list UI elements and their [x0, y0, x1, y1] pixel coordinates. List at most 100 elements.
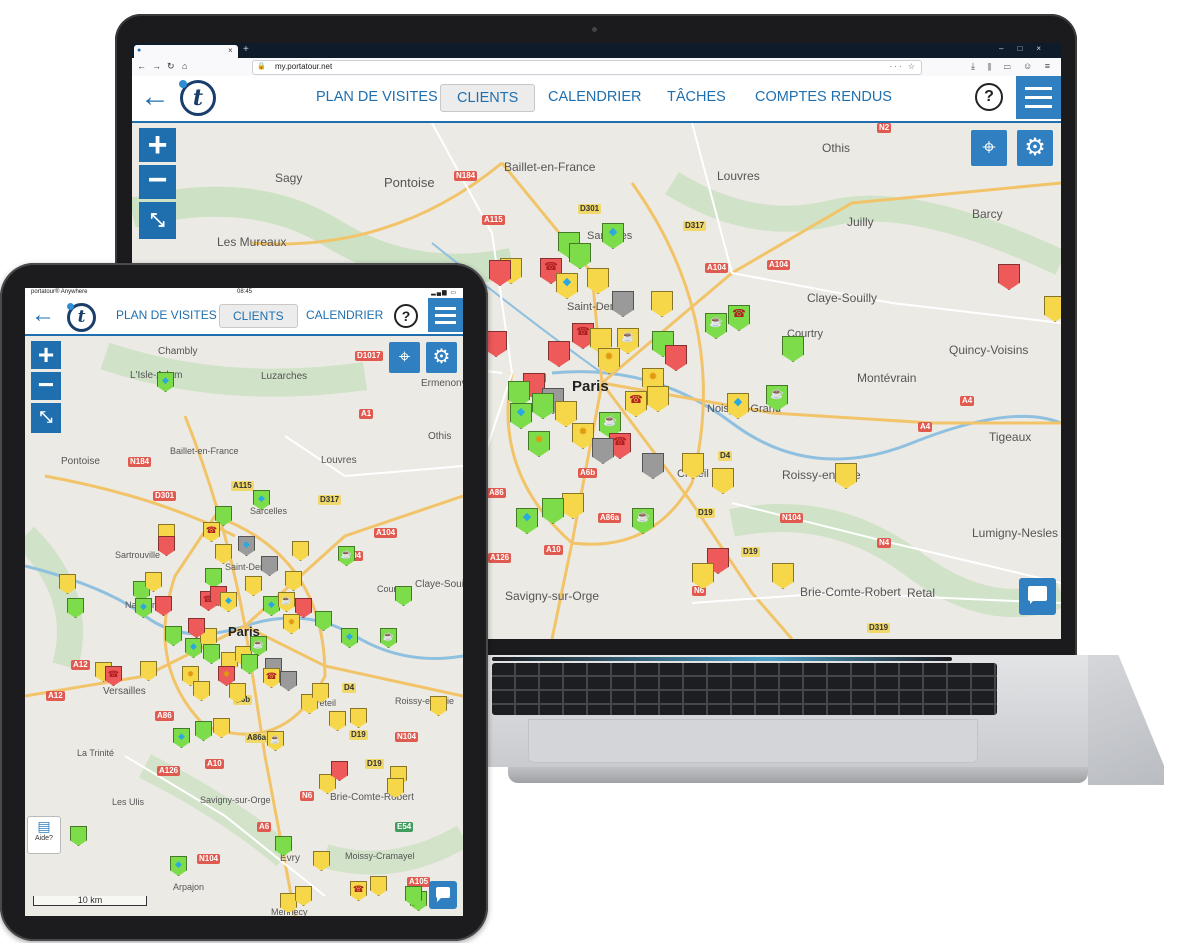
window-controls[interactable]: –□×: [999, 44, 1055, 53]
portatour-logo[interactable]: t: [67, 303, 96, 332]
locate-button[interactable]: ⌖: [389, 342, 420, 373]
place-label: Quincy-Voisins: [949, 343, 1029, 357]
nav-plan-de-visites[interactable]: PLAN DE VISITES: [103, 304, 230, 326]
phone-icon: ☎: [205, 525, 218, 535]
browser-tab[interactable]: ● ×: [134, 45, 238, 58]
fullscreen-icon: ⤡: [150, 210, 165, 230]
aide-button[interactable]: ▤ Aide?: [27, 816, 61, 854]
fullscreen-icon: ⤡: [39, 409, 53, 426]
sun-icon: ✹: [222, 669, 231, 679]
settings-button[interactable]: ⚙: [426, 342, 457, 373]
laptop-camera: [592, 27, 597, 32]
road-shield: A115: [231, 481, 254, 491]
nav-plan-de-visites[interactable]: PLAN DE VISITES: [300, 84, 454, 110]
page-actions-icon[interactable]: ··· ☆: [890, 62, 917, 71]
diamond-icon: ◆: [243, 539, 250, 549]
zoom-out-button[interactable]: −: [139, 163, 176, 199]
diamond-icon: ◆: [175, 859, 182, 869]
menu-button[interactable]: [428, 298, 463, 332]
place-label: Moissy-Cramayel: [345, 851, 415, 861]
road-shield: D19: [365, 759, 384, 769]
reload-icon[interactable]: ↻: [167, 61, 175, 72]
cup-icon: ☕: [636, 511, 650, 523]
locate-button[interactable]: ⌖: [971, 130, 1007, 166]
road-shield: A10: [205, 759, 224, 769]
place-label: Sarcelles: [250, 506, 288, 516]
crosshair-icon: ⌖: [398, 346, 411, 368]
road-shield: D4: [342, 683, 357, 693]
place-label: Savigny-sur-Orge: [200, 795, 271, 805]
nav-comptes-rendus[interactable]: COMPTES RENDUS: [739, 84, 908, 110]
back-arrow-icon[interactable]: ←: [31, 299, 55, 331]
place-label: Luzarches: [261, 371, 308, 382]
back-arrow-icon[interactable]: ←: [140, 80, 170, 114]
zoom-in-button[interactable]: +: [139, 128, 176, 162]
road-shield: A12: [46, 691, 65, 701]
portatour-logo[interactable]: t: [179, 80, 216, 116]
tablet-map[interactable]: Chambly L'Isle-Adam Luzarches Ermenonville O…: [25, 336, 463, 916]
back-icon[interactable]: ←: [137, 61, 146, 71]
diamond-icon: ◆: [258, 493, 265, 503]
new-tab-icon[interactable]: +: [243, 44, 249, 55]
url-input[interactable]: 🔒 my.portatour.net ··· ☆: [252, 60, 922, 75]
forward-icon[interactable]: →: [152, 61, 161, 71]
help-button[interactable]: ?: [975, 83, 1003, 111]
road-shield: N6: [300, 791, 315, 801]
nav-taches[interactable]: TÂCHES: [651, 84, 742, 110]
toolbar-icons[interactable]: ⤓ ⫴ ▭ ☺ ≡: [971, 61, 1055, 72]
diamond-icon: ◆: [733, 396, 743, 408]
crosshair-icon: ⌖: [982, 134, 996, 161]
tab-close-icon[interactable]: ×: [228, 46, 233, 55]
road-shield: D319: [867, 623, 891, 633]
sun-icon: ✹: [287, 617, 296, 627]
road-shield: E54: [395, 822, 414, 832]
fullscreen-button[interactable]: ⤡: [139, 202, 176, 239]
phone-icon: ☎: [107, 669, 120, 679]
cup-icon: ☕: [709, 316, 723, 328]
help-button[interactable]: ?: [394, 304, 418, 328]
laptop-keyboard-base: [488, 655, 1164, 785]
laptop-base-front: [508, 767, 1088, 783]
tablet-screen: portatour® Anywhere 08:45 ▂▄▆ ▭ ← t PLAN…: [25, 288, 463, 916]
road-shield: A6: [257, 822, 272, 832]
chat-button[interactable]: [429, 881, 457, 909]
cup-icon: ☕: [382, 631, 395, 641]
road-shield: A126: [488, 553, 512, 563]
diamond-icon: ◆: [608, 226, 618, 238]
diamond-icon: ◆: [346, 631, 353, 641]
nav-calendrier[interactable]: CALENDRIER: [532, 84, 657, 110]
road-shield: D1017: [355, 351, 383, 361]
road-shield: N184: [128, 457, 152, 467]
phone-icon: ☎: [629, 394, 643, 406]
menu-button[interactable]: [1016, 76, 1061, 119]
chat-icon-tail: [1030, 599, 1036, 605]
nav-clients[interactable]: CLIENTS: [219, 304, 298, 328]
zoom-out-button[interactable]: −: [31, 371, 61, 400]
place-label: Savigny-sur-Orge: [505, 589, 600, 603]
settings-button[interactable]: ⚙: [1017, 130, 1053, 166]
trackpad: [528, 719, 978, 763]
road-shield: D19: [696, 508, 715, 518]
zoom-in-button[interactable]: +: [31, 341, 61, 369]
sun-icon: ✹: [604, 351, 614, 363]
sun-icon: ✹: [578, 426, 588, 438]
road-shield: D301: [153, 491, 177, 501]
url-text: my.portatour.net: [275, 62, 333, 71]
aide-label: Aide?: [35, 835, 53, 842]
place-label: Ermenonville: [421, 378, 463, 389]
home-icon[interactable]: ⌂: [182, 61, 187, 71]
road-shield: A86: [155, 711, 174, 721]
nav-clients[interactable]: CLIENTS: [440, 84, 536, 112]
fullscreen-button[interactable]: ⤡: [31, 403, 61, 433]
status-bar: portatour® Anywhere 08:45 ▂▄▆ ▭: [25, 288, 463, 298]
nav-calendrier[interactable]: CALENDRIER: [293, 304, 396, 326]
road-shield: A1: [359, 409, 374, 419]
sun-icon: ✹: [648, 371, 658, 383]
road-shield: D19: [349, 730, 368, 740]
diamond-icon: ◆: [522, 511, 532, 523]
place-label: Pontoise: [384, 175, 435, 190]
place-label: Les Mureaux: [217, 235, 287, 249]
road-shield: N4: [877, 538, 892, 548]
chat-button[interactable]: [1019, 578, 1056, 615]
touch-bar: [492, 657, 952, 661]
